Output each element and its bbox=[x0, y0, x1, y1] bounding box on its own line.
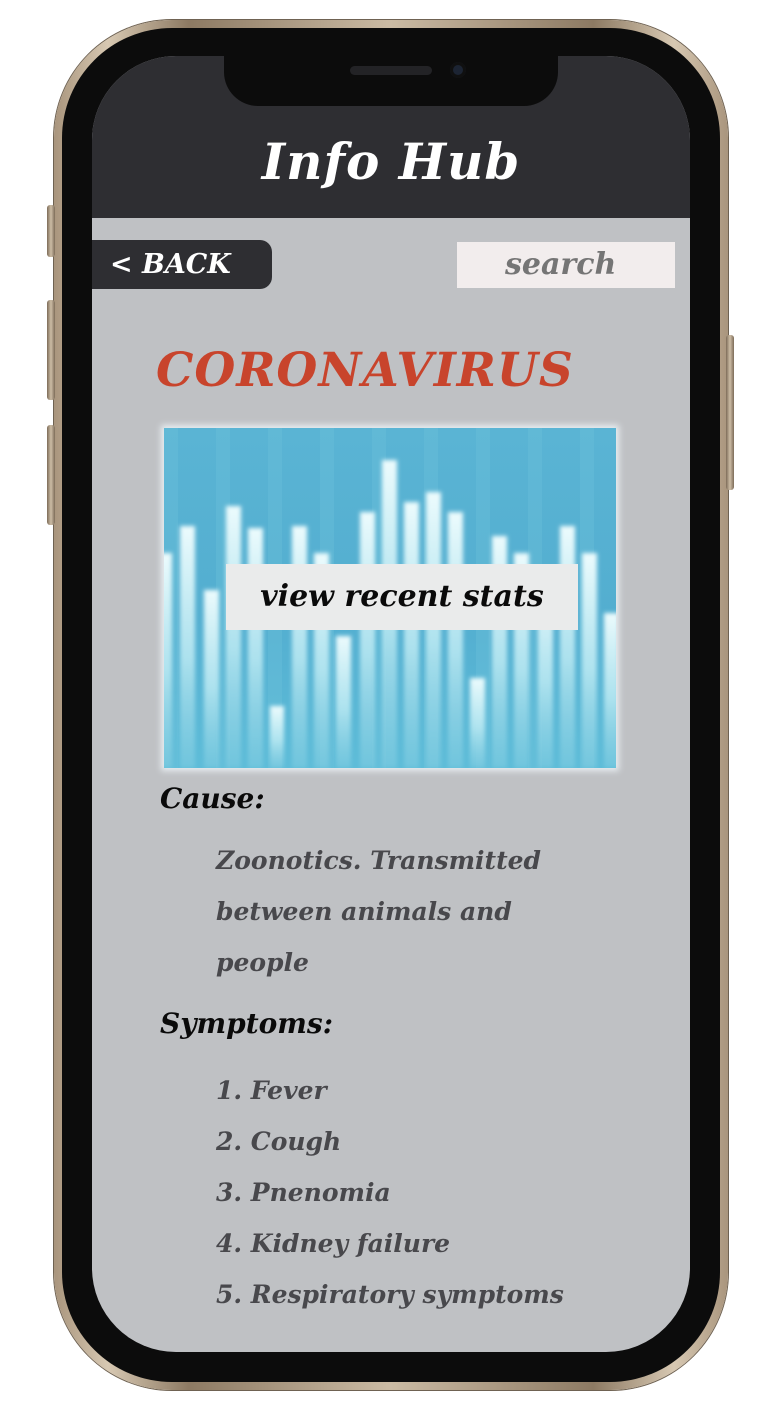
volume-up-button bbox=[47, 300, 55, 400]
camera-icon bbox=[450, 62, 466, 78]
back-button[interactable]: < BACK bbox=[92, 240, 272, 289]
symptom-item: 2. Cough bbox=[216, 1127, 342, 1156]
view-stats-card[interactable]: view recent stats bbox=[164, 428, 616, 768]
speaker-grille bbox=[350, 66, 432, 75]
view-stats-button[interactable]: view recent stats bbox=[226, 564, 578, 630]
symptom-item: 1. Fever bbox=[216, 1076, 327, 1105]
screen: Info Hub < BACK CORONAVIRUS bbox=[92, 56, 690, 1352]
symptoms-list: 1. Fever 2. Cough 3. Pnenomia 4. Kidney … bbox=[216, 1065, 564, 1320]
search-input[interactable] bbox=[457, 242, 675, 288]
symptom-item: 5. Respiratory symptoms bbox=[216, 1280, 564, 1309]
mute-switch bbox=[47, 205, 55, 257]
power-button bbox=[726, 335, 734, 490]
cause-text: Zoonotics. Transmitted between animals a… bbox=[216, 846, 542, 977]
symptom-item: 4. Kidney failure bbox=[216, 1229, 451, 1258]
app-header: Info Hub bbox=[92, 56, 690, 218]
volume-down-button bbox=[47, 425, 55, 525]
disease-title: CORONAVIRUS bbox=[156, 343, 574, 398]
app-title: Info Hub bbox=[261, 132, 521, 191]
symptoms-heading: Symptoms: bbox=[160, 1007, 334, 1040]
notch bbox=[224, 56, 558, 106]
symptom-item: 3. Pnenomia bbox=[216, 1178, 391, 1207]
cause-heading: Cause: bbox=[160, 782, 265, 815]
